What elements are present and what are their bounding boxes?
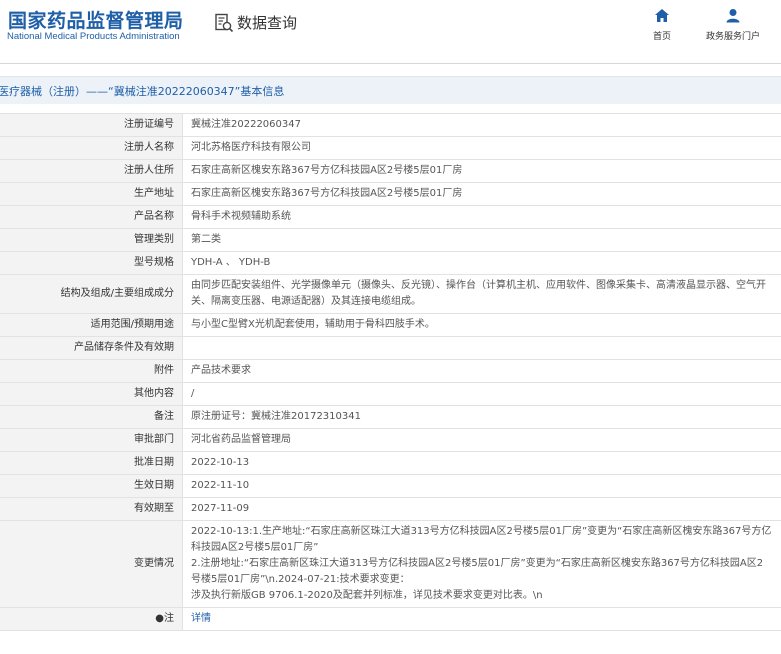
table-row: 注册人名称 河北苏格医疗科技有限公司 bbox=[0, 136, 781, 160]
nav-gov-portal-label: 政务服务门户 bbox=[705, 32, 760, 42]
field-value: 石家庄高新区槐安东路367号方亿科技园A区2号楼5层01厂房 bbox=[182, 182, 781, 206]
table-row: 批准日期 2022-10-13 bbox=[0, 451, 781, 475]
site-header: 国家药品监督管理局 National Medical Products Admi… bbox=[0, 0, 781, 62]
field-label: 其他内容 bbox=[0, 382, 183, 406]
record-title: 医疗器械（注册）——“冀械注准20222060347”基本信息 bbox=[0, 85, 285, 98]
table-row: 备注 原注册证号：冀械注准20172310341 bbox=[0, 405, 781, 429]
field-label: 生产地址 bbox=[0, 182, 183, 206]
field-label: ●注 bbox=[0, 607, 183, 631]
field-label: 结构及组成/主要组成成分 bbox=[0, 274, 183, 314]
field-value: / bbox=[182, 382, 781, 406]
user-icon bbox=[726, 9, 740, 23]
header-divider bbox=[0, 63, 781, 64]
field-value: 骨科手术视频辅助系统 bbox=[182, 205, 781, 229]
field-value: 由同步匹配安装组件、光学摄像单元（摄像头、反光镜）、操作台（计算机主机、应用软件… bbox=[182, 274, 781, 314]
field-label: 产品储存条件及有效期 bbox=[0, 336, 183, 360]
table-row: 生产地址 石家庄高新区槐安东路367号方亿科技园A区2号楼5层01厂房 bbox=[0, 182, 781, 206]
field-value: 2027-11-09 bbox=[182, 497, 781, 521]
field-label: 适用范围/预期用途 bbox=[0, 313, 183, 337]
field-label: 备注 bbox=[0, 405, 183, 429]
field-value bbox=[182, 336, 781, 360]
table-row: ●注 详情 bbox=[0, 607, 781, 631]
field-value: 原注册证号：冀械注准20172310341 bbox=[182, 405, 781, 429]
field-value: 2022-11-10 bbox=[182, 474, 781, 498]
table-row: 附件 产品技术要求 bbox=[0, 359, 781, 383]
table-row: 生效日期 2022-11-10 bbox=[0, 474, 781, 498]
field-label: 注册人名称 bbox=[0, 136, 183, 160]
field-label: 审批部门 bbox=[0, 428, 183, 452]
registration-detail-table: 注册证编号 冀械注准20222060347 注册人名称 河北苏格医疗科技有限公司 注… bbox=[0, 113, 781, 631]
field-label: 管理类别 bbox=[0, 228, 183, 252]
field-value: 石家庄高新区槐安东路367号方亿科技园A区2号楼5层01厂房 bbox=[182, 159, 781, 183]
table-row: 有效期至 2027-11-09 bbox=[0, 497, 781, 521]
home-icon bbox=[655, 9, 669, 22]
table-row: 变更情况 2022-10-13:1.生产地址:“石家庄高新区珠江大道313号方亿科… bbox=[0, 520, 781, 608]
table-row: 结构及组成/主要组成成分 由同步匹配安装组件、光学摄像单元（摄像头、反光镜）、操作… bbox=[0, 274, 781, 314]
change-history: 2022-10-13:1.生产地址:“石家庄高新区珠江大道313号方亿科技园A区… bbox=[182, 520, 781, 608]
table-row: 管理类别 第二类 bbox=[0, 228, 781, 252]
page-section-title: 数据查询 bbox=[237, 14, 298, 32]
field-value: 产品技术要求 bbox=[182, 359, 781, 383]
field-label: 注册证编号 bbox=[0, 113, 183, 137]
field-label: 型号规格 bbox=[0, 251, 183, 275]
table-row: 产品储存条件及有效期 bbox=[0, 336, 781, 360]
field-value: 冀械注准20222060347 bbox=[182, 113, 781, 137]
field-label: 附件 bbox=[0, 359, 183, 383]
nav-home-label: 首页 bbox=[652, 32, 671, 42]
table-row: 注册人住所 石家庄高新区槐安东路367号方亿科技园A区2号楼5层01厂房 bbox=[0, 159, 781, 183]
table-row: 审批部门 河北省药品监督管理局 bbox=[0, 428, 781, 452]
field-label: 变更情况 bbox=[0, 520, 183, 608]
field-label: 产品名称 bbox=[0, 205, 183, 229]
table-row: 其他内容 / bbox=[0, 382, 781, 406]
nav-home[interactable]: 首页 bbox=[627, 8, 697, 42]
field-label: 有效期至 bbox=[0, 497, 183, 521]
field-label: 生效日期 bbox=[0, 474, 183, 498]
field-label: 注册人住所 bbox=[0, 159, 183, 183]
field-value: 河北苏格医疗科技有限公司 bbox=[182, 136, 781, 160]
field-value: 河北省药品监督管理局 bbox=[182, 428, 781, 452]
field-value: 与小型C型臂X光机配套使用，辅助用于骨科四肢手术。 bbox=[182, 313, 781, 337]
logo-title[interactable]: 国家药品监督管理局 bbox=[8, 6, 184, 33]
details-link[interactable]: 详情 bbox=[191, 613, 211, 624]
field-value: 2022-10-13 bbox=[182, 451, 781, 475]
table-row: 产品名称 骨科手术视频辅助系统 bbox=[0, 205, 781, 229]
nav-gov-portal[interactable]: 政务服务门户 bbox=[698, 8, 768, 42]
logo-subtitle[interactable]: National Medical Products Administration bbox=[7, 31, 180, 42]
field-value: 第二类 bbox=[182, 228, 781, 252]
search-document-icon bbox=[215, 13, 234, 33]
table-row: 注册证编号 冀械注准20222060347 bbox=[0, 113, 781, 137]
field-value: YDH-A 、 YDH-B bbox=[182, 251, 781, 275]
table-row: 型号规格 YDH-A 、 YDH-B bbox=[0, 251, 781, 275]
record-title-bar: 医疗器械（注册）——“冀械注准20222060347”基本信息 bbox=[0, 76, 781, 104]
table-row: 适用范围/预期用途 与小型C型臂X光机配套使用，辅助用于骨科四肢手术。 bbox=[0, 313, 781, 337]
field-label: 批准日期 bbox=[0, 451, 183, 475]
